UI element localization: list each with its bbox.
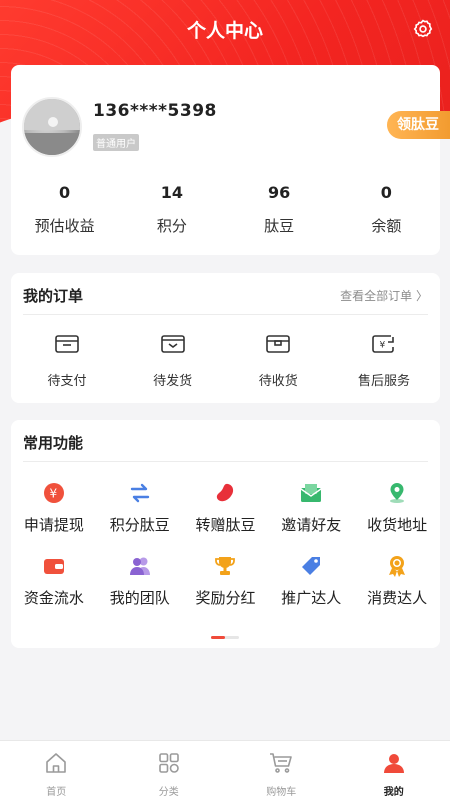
page-indicator (211, 636, 239, 639)
bottom-tab-bar: 首页 分类 购物车 我的 (0, 740, 450, 800)
user-phone: 136****5398 (93, 101, 217, 121)
orders-card: 我的订单 查看全部订单 〉 待支付 待发货 待收货 ¥ 售后服务 (11, 273, 440, 403)
func-label: 奖励分红 (195, 589, 256, 607)
gear-icon[interactable] (412, 18, 434, 40)
stat-value: 14 (160, 183, 183, 202)
func-label: 消费达人 (367, 589, 428, 607)
func-label: 收货地址 (367, 516, 428, 534)
box-send-icon (160, 335, 185, 353)
avatar-water (24, 132, 80, 155)
func-consumption-expert[interactable]: 消费达人 (354, 555, 440, 628)
user-icon (383, 754, 404, 773)
func-fund-flow[interactable]: 资金流水 (11, 555, 97, 628)
func-label: 推广达人 (281, 589, 342, 607)
bean-icon (217, 483, 234, 502)
envelope-icon (300, 484, 322, 502)
functions-title: 常用功能 (23, 434, 84, 452)
box-receive-icon (266, 335, 291, 353)
view-all-orders-link[interactable]: 查看全部订单 〉 (340, 287, 428, 304)
page-title: 个人中心 (186, 20, 263, 42)
stat-value: 96 (267, 183, 291, 202)
trophy-icon (215, 557, 236, 575)
func-my-team[interactable]: 我的团队 (97, 555, 183, 628)
exchange-arrows-icon (130, 483, 149, 503)
user-level-badge: 普通用户 (93, 134, 139, 151)
wallet-card-icon (43, 559, 64, 574)
order-pending-receipt[interactable]: 待收货 (228, 333, 328, 389)
common-functions-card: 常用功能 ¥ 申请提现 积分肽豆 转赠肽豆 邀请好友 收货地址 资金流水 我的团… (11, 420, 440, 648)
svg-text:¥: ¥ (379, 341, 385, 351)
orders-title: 我的订单 (23, 287, 84, 305)
divider (23, 461, 428, 462)
func-label: 资金流水 (23, 589, 84, 607)
yen-coin-icon: ¥ (43, 483, 64, 503)
func-shipping-address[interactable]: 收货地址 (354, 482, 440, 555)
stat-label: 余额 (371, 217, 402, 235)
order-status-row: 待支付 待发货 待收货 ¥ 售后服务 (11, 333, 440, 389)
wallet-icon (55, 335, 79, 353)
stat-label: 积分 (156, 217, 187, 235)
functions-grid: ¥ 申请提现 积分肽豆 转赠肽豆 邀请好友 收货地址 资金流水 我的团队 奖励分… (11, 482, 440, 628)
tab-category[interactable]: 分类 (113, 741, 226, 800)
func-reward-dividend[interactable]: 奖励分红 (183, 555, 269, 628)
grid-icon (158, 753, 179, 773)
func-invite-friends[interactable]: 邀请好友 (268, 482, 354, 555)
avatar[interactable] (22, 97, 82, 157)
stat-estimated-income[interactable]: 0 预估收益 (11, 181, 118, 241)
svg-text:¥: ¥ (49, 487, 57, 501)
avatar-sun (48, 117, 58, 127)
func-promotion-expert[interactable]: 推广达人 (268, 555, 354, 628)
profile-card: 136****5398 普通用户 领肽豆 0 预估收益 14 积分 96 肽豆 … (11, 65, 450, 255)
refund-icon: ¥ (372, 335, 394, 353)
tab-label: 首页 (46, 787, 67, 798)
page-indicator-active (211, 636, 225, 639)
order-after-sales[interactable]: ¥ 售后服务 (334, 333, 434, 389)
divider (23, 314, 428, 315)
tab-mine[interactable]: 我的 (338, 741, 450, 800)
stat-beans[interactable]: 96 肽豆 (226, 181, 333, 241)
func-gift-beans[interactable]: 转赠肽豆 (183, 482, 269, 555)
func-label: 我的团队 (109, 589, 170, 607)
order-item-label: 待收货 (258, 374, 298, 389)
func-label: 申请提现 (23, 516, 84, 534)
stat-balance[interactable]: 0 余额 (333, 181, 440, 241)
stat-label: 预估收益 (34, 217, 95, 235)
stat-points[interactable]: 14 积分 (118, 181, 225, 241)
order-item-label: 售后服务 (357, 374, 410, 389)
medal-icon (389, 556, 406, 577)
tag-icon (302, 557, 321, 575)
stat-value: 0 (380, 183, 392, 202)
func-label: 邀请好友 (281, 516, 342, 534)
func-points-beans[interactable]: 积分肽豆 (97, 482, 183, 555)
tab-cart[interactable]: 购物车 (225, 741, 338, 800)
tab-label: 分类 (158, 787, 179, 798)
claim-bean-button[interactable]: 领肽豆 (387, 111, 450, 139)
order-pending-shipment[interactable]: 待发货 (123, 333, 223, 389)
func-label: 转赠肽豆 (195, 516, 256, 534)
cart-icon (270, 753, 293, 773)
stat-value: 0 (59, 183, 71, 202)
func-withdraw[interactable]: ¥ 申请提现 (11, 482, 97, 555)
team-icon (129, 557, 150, 575)
order-pending-payment[interactable]: 待支付 (17, 333, 117, 389)
tab-label: 购物车 (266, 787, 297, 798)
functions-row: 资金流水 我的团队 奖励分红 推广达人 消费达人 (11, 555, 440, 628)
stat-label: 肽豆 (264, 217, 295, 235)
functions-row: ¥ 申请提现 积分肽豆 转赠肽豆 邀请好友 收货地址 (11, 482, 440, 555)
top-bar: 个人中心 (0, 0, 450, 58)
tab-home[interactable]: 首页 (0, 741, 113, 800)
tab-label: 我的 (383, 787, 404, 798)
location-pin-icon (390, 483, 405, 503)
home-icon (46, 753, 67, 773)
order-item-label: 待支付 (47, 374, 87, 389)
func-label: 积分肽豆 (109, 516, 170, 534)
order-item-label: 待发货 (153, 374, 193, 389)
stats-row: 0 预估收益 14 积分 96 肽豆 0 余额 (11, 181, 440, 241)
